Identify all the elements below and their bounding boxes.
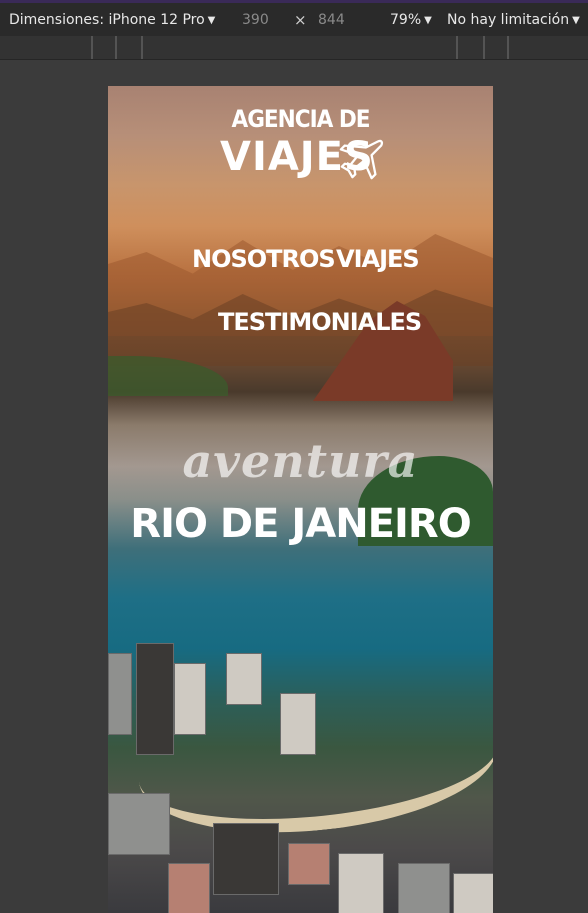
background-city — [108, 613, 493, 913]
caret-down-icon: ▼ — [207, 15, 216, 26]
nav-link-nosotros[interactable]: NOSOTROS — [192, 245, 336, 273]
logo-line1: AGENCIA DE — [231, 105, 370, 133]
nav-link-viajes[interactable]: VIAJES — [336, 245, 420, 273]
throttle-label: No hay limitación — [447, 12, 570, 28]
ruler-tick — [483, 36, 485, 59]
caret-down-icon: ▼ — [572, 15, 580, 26]
ruler-tick — [507, 36, 509, 59]
device-viewport: AGENCIA DE VIAJES NOSOTROS VIAJES TESTIM… — [108, 86, 493, 913]
device-label: Dimensiones: iPhone 12 Pro — [9, 12, 205, 28]
width-input[interactable]: 390 — [242, 12, 269, 28]
throttle-select[interactable]: No hay limitación ▼ — [447, 12, 580, 28]
devtools-toolbar: Dimensiones: iPhone 12 Pro ▼ 390 × 844 79… — [0, 0, 588, 36]
device-select[interactable]: Dimensiones: iPhone 12 Pro ▼ — [9, 12, 215, 28]
ruler-tick — [141, 36, 143, 59]
caret-down-icon: ▼ — [424, 15, 432, 26]
hero-title: RIO DE JANEIRO — [130, 501, 471, 547]
height-input[interactable]: 844 — [318, 12, 345, 28]
nav-link-testimoniales[interactable]: TESTIMONIALES — [218, 308, 422, 336]
ruler-tick — [91, 36, 93, 59]
times-icon: × — [294, 11, 307, 29]
zoom-select[interactable]: 79% ▼ — [390, 12, 432, 28]
hero-subtitle: aventura — [182, 434, 419, 488]
media-query-ruler[interactable] — [0, 36, 588, 60]
ruler-tick — [456, 36, 458, 59]
ruler-tick — [115, 36, 117, 59]
zoom-label: 79% — [390, 12, 422, 28]
airplane-icon — [339, 139, 384, 180]
